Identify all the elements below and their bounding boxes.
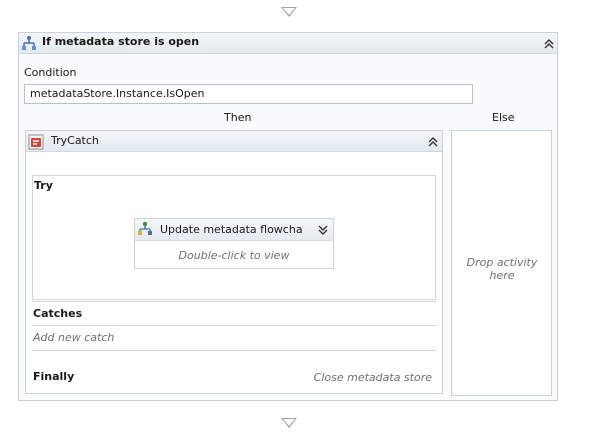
if-activity-title: If metadata store is open (42, 35, 200, 48)
expand-icon[interactable] (317, 224, 329, 236)
connector-arrow-bottom (281, 418, 297, 428)
add-new-catch-link[interactable]: Add new catch (33, 331, 114, 344)
if-activity-icon (22, 36, 36, 50)
flowchart-icon (138, 221, 152, 235)
finally-label: Finally (33, 370, 75, 383)
try-label: Try (34, 179, 53, 192)
collapse-icon[interactable] (543, 38, 555, 50)
trycatch-title: TryCatch (51, 134, 99, 147)
then-label: Then (224, 111, 252, 124)
divider-finally (32, 350, 436, 351)
connector-arrow-top (281, 7, 297, 17)
trycatch-collapse-icon[interactable] (427, 136, 439, 148)
else-label: Else (492, 111, 515, 124)
finally-activity[interactable]: Close metadata store (300, 371, 432, 384)
flowchart-hint: Double-click to view (178, 249, 290, 262)
divider-try-catches (32, 301, 436, 302)
catches-label: Catches (33, 307, 83, 320)
trycatch-icon (28, 134, 44, 150)
condition-label: Condition (24, 66, 77, 79)
else-drop-hint: Drop activity here (466, 256, 538, 282)
condition-field[interactable]: metadataStore.Instance.IsOpen (24, 84, 473, 104)
flowchart-title: Update metadata flowchart (160, 223, 303, 236)
divider-catches (32, 325, 436, 326)
